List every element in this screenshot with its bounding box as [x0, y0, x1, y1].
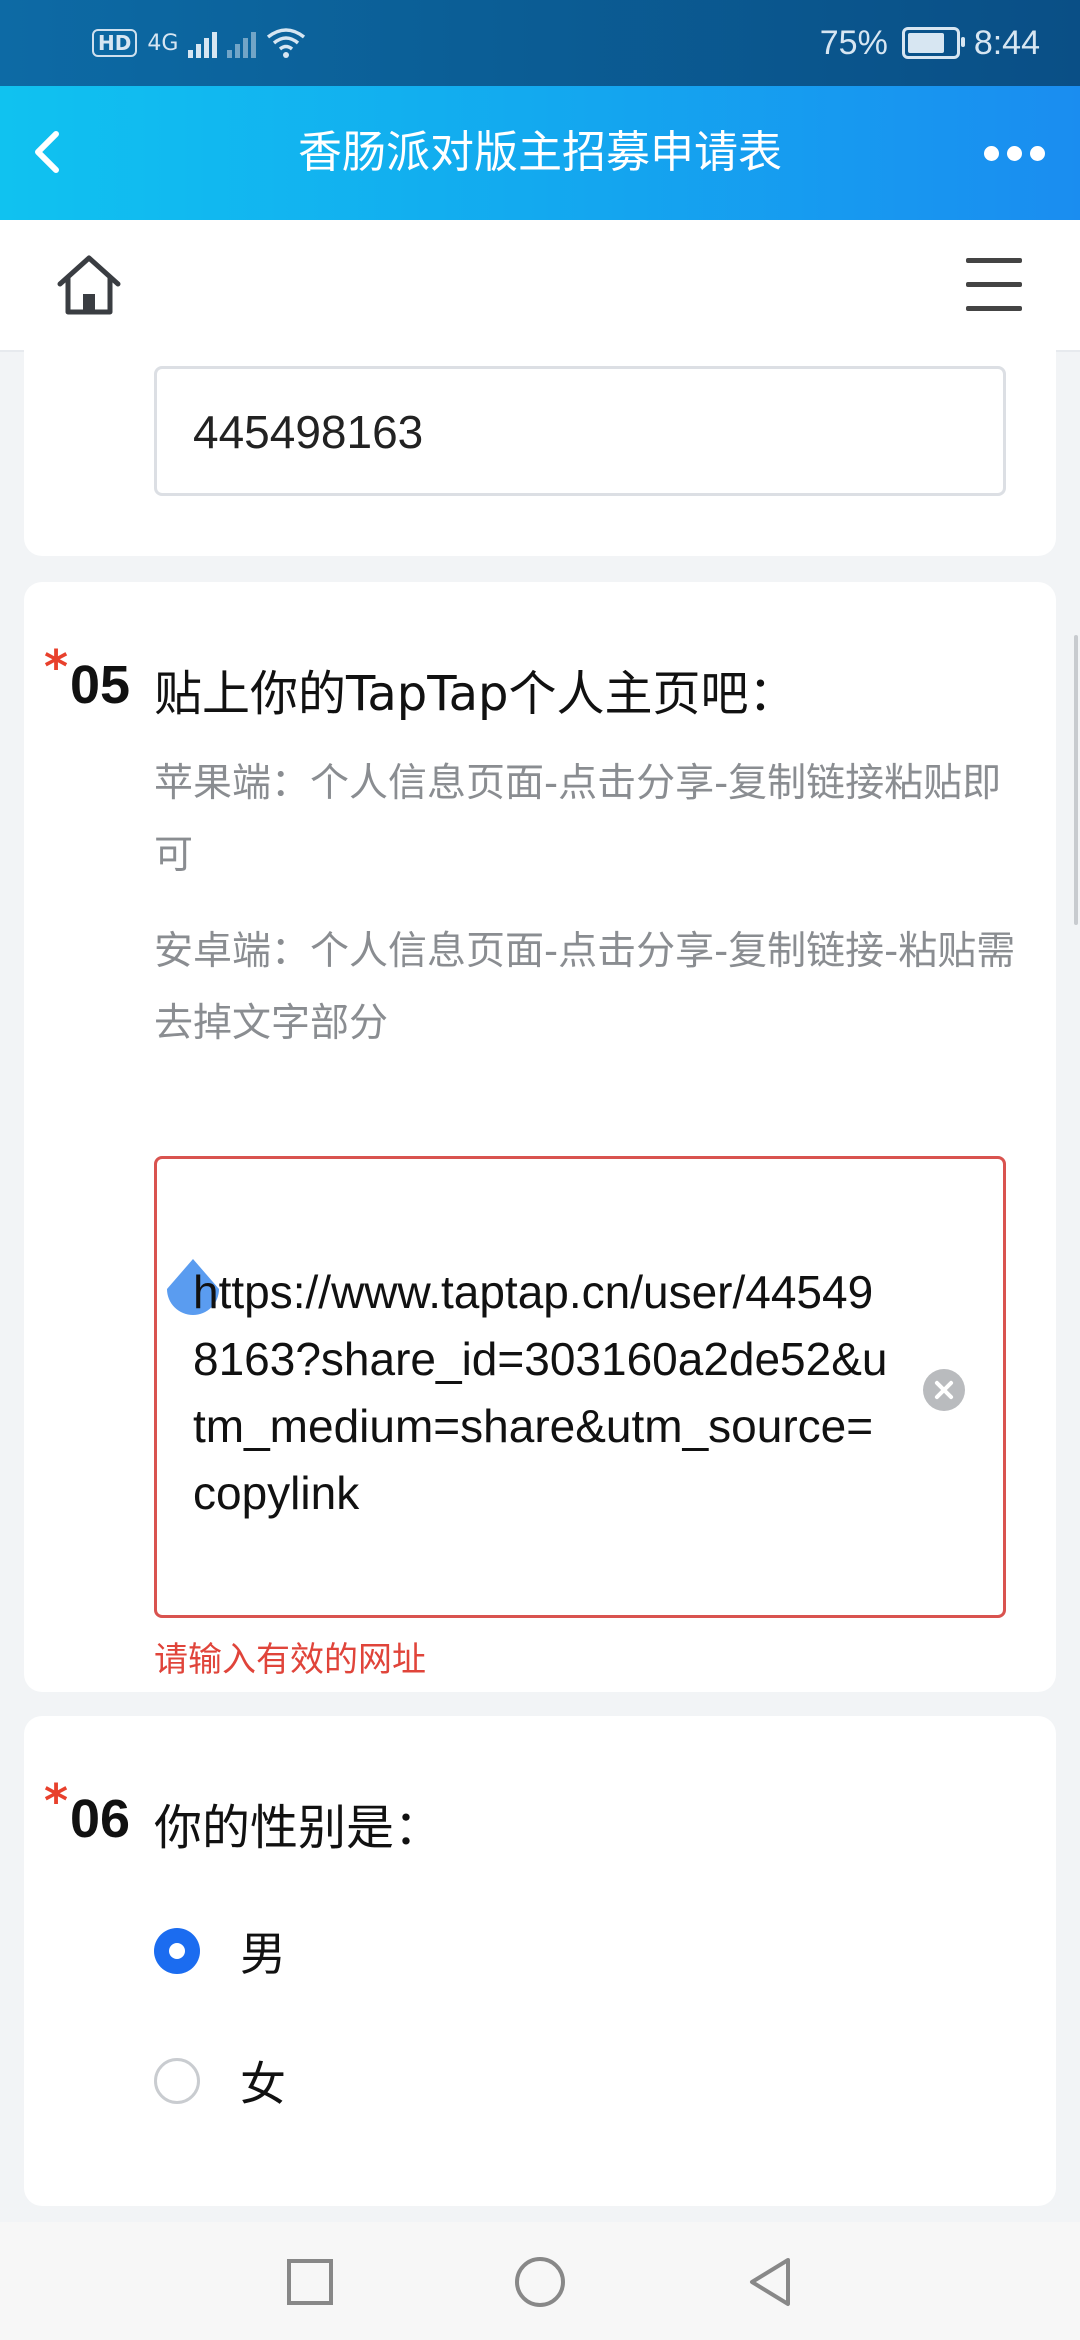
question-card-05: * 05 贴上你的TapTap个人主页吧： 苹果端：个人信息页面-点击分享-复制… — [24, 582, 1056, 1692]
radio-label: 女 — [240, 2057, 286, 2111]
qq-number-input[interactable]: 445498163 — [154, 366, 1006, 496]
input-value: 445498163 — [193, 406, 424, 458]
question-number: 05 — [70, 655, 131, 715]
radio-unselected-icon[interactable] — [154, 2058, 200, 2104]
question-card-04: 445498163 — [24, 340, 1056, 556]
status-left: HD 4G — [92, 20, 306, 66]
page-title: 香肠派对版主招募申请表 — [298, 127, 782, 178]
input-value: https://www.taptap.cn/user/445498163?sha… — [193, 1266, 888, 1519]
scrollbar[interactable] — [1074, 635, 1078, 925]
radio-selected-icon[interactable] — [154, 1928, 200, 1974]
required-mark: * — [44, 640, 69, 694]
nav-bar — [0, 220, 1080, 352]
radio-label: 男 — [240, 1927, 286, 1981]
taptap-url-input[interactable]: https://www.taptap.cn/user/445498163?sha… — [154, 1156, 1006, 1618]
status-bar: HD 4G 75% 8:44 — [0, 0, 1080, 86]
battery-percent: 75% — [819, 23, 888, 62]
question-number: 06 — [70, 1789, 131, 1849]
back-button-icon[interactable] — [740, 2252, 800, 2312]
system-nav-bar — [0, 2222, 1080, 2340]
recent-apps-icon[interactable] — [280, 2252, 340, 2312]
home-icon[interactable] — [54, 250, 124, 320]
hint-android: 安卓端：个人信息页面-点击分享-复制链接-粘贴需去掉文字部分 — [154, 929, 1016, 1046]
home-button-icon[interactable] — [510, 2252, 570, 2312]
menu-icon[interactable] — [966, 258, 1022, 312]
hd-icon: HD — [92, 29, 138, 57]
question-title: 你的性别是： — [154, 1800, 443, 1856]
battery-icon — [901, 27, 965, 59]
radio-option-male[interactable]: 男 — [154, 1916, 286, 1986]
more-icon[interactable] — [984, 138, 1056, 168]
clock: 8:44 — [973, 23, 1040, 62]
required-mark: * — [44, 1774, 69, 1828]
hint-ios: 苹果端：个人信息页面-点击分享-复制链接粘贴即可 — [154, 761, 1002, 878]
clear-icon[interactable] — [923, 1369, 965, 1411]
signal-2-icon — [227, 28, 257, 58]
signal-icon — [188, 28, 218, 58]
app-header: 香肠派对版主招募申请表 — [0, 86, 1080, 220]
question-card-06: * 06 你的性别是： 男 女 — [24, 1716, 1056, 2206]
error-message: 请输入有效的网址 — [154, 1640, 426, 1680]
question-title: 贴上你的TapTap个人主页吧： — [154, 666, 797, 722]
network-label: 4G — [147, 30, 179, 56]
radio-option-female[interactable]: 女 — [154, 2046, 286, 2116]
wifi-icon — [267, 28, 306, 58]
status-right: 75% 8:44 — [820, 18, 1040, 68]
